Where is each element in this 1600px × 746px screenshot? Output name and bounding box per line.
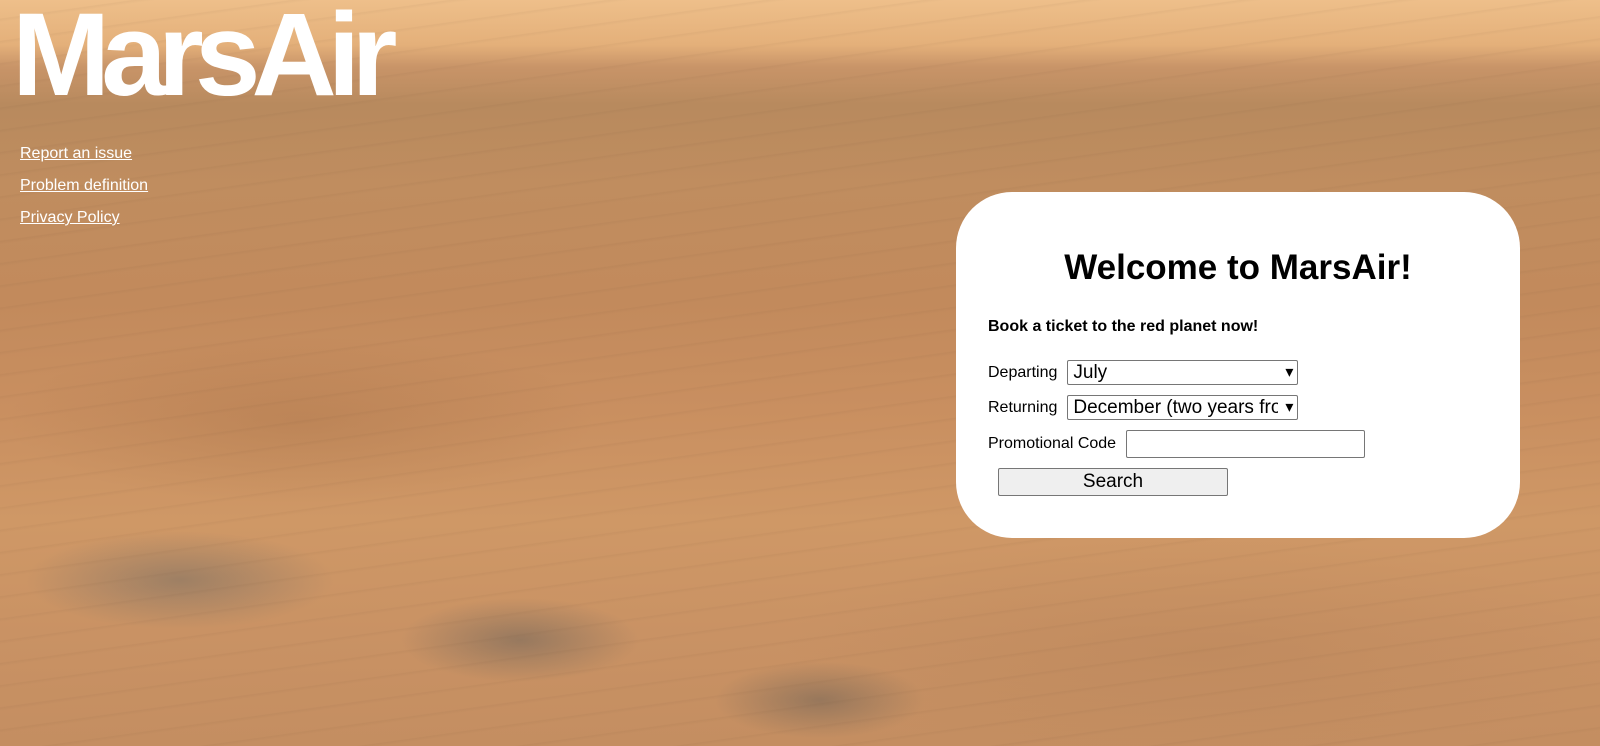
departing-label: Departing bbox=[988, 363, 1058, 381]
problem-definition-link[interactable]: Problem definition bbox=[20, 176, 148, 196]
chevron-down-icon: ▾ bbox=[1283, 397, 1294, 417]
departing-row: Departing July ▾ bbox=[988, 360, 1299, 385]
chevron-down-icon: ▾ bbox=[1283, 362, 1294, 382]
returning-row: Returning December (two years from now) … bbox=[988, 395, 1299, 420]
booking-tagline: Book a ticket to the red planet now! bbox=[988, 318, 1259, 335]
page: { "brand": { "logo_text": "MarsAir" }, "… bbox=[0, 0, 1600, 746]
departing-select[interactable]: July ▾ bbox=[1067, 360, 1299, 385]
side-nav: Report an issue Problem definition Priva… bbox=[20, 144, 148, 240]
privacy-policy-link[interactable]: Privacy Policy bbox=[20, 208, 148, 228]
promo-row: Promotional Code bbox=[988, 430, 1366, 458]
search-button[interactable]: Search bbox=[998, 468, 1228, 496]
departing-selected-value: July bbox=[1073, 361, 1108, 383]
promo-label: Promotional Code bbox=[988, 435, 1117, 452]
promo-code-input[interactable] bbox=[1126, 430, 1366, 458]
marsair-logo: MarsAir bbox=[12, 0, 397, 121]
returning-select[interactable]: December (two years from now) ▾ bbox=[1067, 395, 1299, 420]
booking-panel: Welcome to MarsAir! Book a ticket to the… bbox=[956, 192, 1520, 538]
returning-label: Returning bbox=[988, 398, 1058, 416]
welcome-heading: Welcome to MarsAir! bbox=[1064, 248, 1412, 287]
returning-selected-value: December (two years from now) bbox=[1073, 396, 1278, 418]
report-issue-link[interactable]: Report an issue bbox=[20, 144, 148, 164]
